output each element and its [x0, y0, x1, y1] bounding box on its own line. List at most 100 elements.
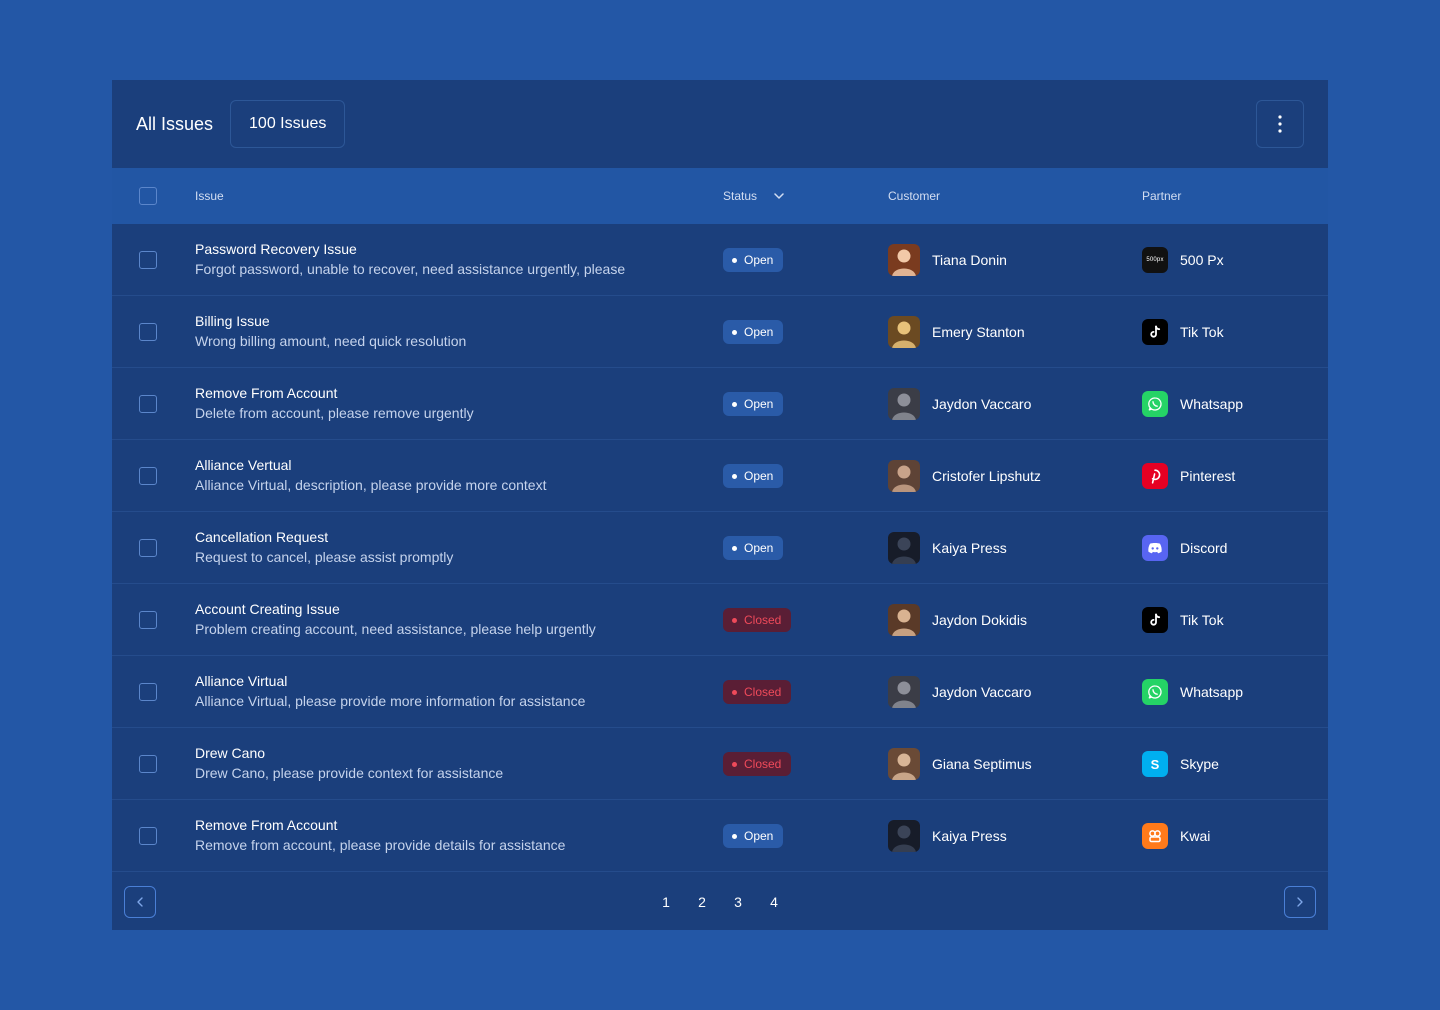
more-options-button[interactable] — [1256, 100, 1304, 148]
partner-name: Tik Tok — [1180, 324, 1224, 340]
issue-description: Delete from account, please remove urgen… — [195, 405, 474, 421]
partner-name: Tik Tok — [1180, 612, 1224, 628]
status-badge: Closed — [723, 608, 792, 632]
row-checkbox[interactable] — [139, 611, 157, 629]
issue-title: Billing Issue — [195, 313, 270, 329]
status-badge: Closed — [723, 680, 792, 704]
customer-name: Jaydon Vaccaro — [932, 396, 1032, 412]
partner-name: Kwai — [1180, 828, 1211, 844]
customer-name: Giana Septimus — [932, 756, 1032, 772]
issue-title: Account Creating Issue — [195, 601, 340, 617]
avatar — [888, 316, 920, 348]
status-dot-icon — [732, 617, 737, 623]
table-row[interactable]: Drew Cano Drew Cano, please provide cont… — [112, 728, 1328, 800]
issue-title: Password Recovery Issue — [195, 241, 357, 257]
status-badge: Open — [723, 248, 784, 272]
customer-name: Tiana Donin — [932, 252, 1007, 268]
status-dot-icon — [732, 329, 737, 335]
issues-panel: All Issues 100 Issues Issue Status Custo… — [112, 80, 1328, 930]
column-header-status-label: Status — [723, 189, 758, 203]
status-dot-icon — [732, 257, 737, 263]
avatar — [888, 532, 920, 564]
customer-name: Cristofer Lipshutz — [932, 468, 1041, 484]
table-row[interactable]: Account Creating Issue Problem creating … — [112, 584, 1328, 656]
status-badge: Open — [723, 464, 784, 488]
row-checkbox[interactable] — [139, 395, 157, 413]
page-number-3[interactable]: 3 — [730, 894, 746, 910]
issue-title: Drew Cano — [195, 745, 266, 761]
chevron-left-icon — [137, 897, 143, 907]
avatar — [888, 820, 920, 852]
next-page-button[interactable] — [1284, 886, 1316, 918]
avatar — [888, 748, 920, 780]
issue-description: Request to cancel, please assist promptl… — [195, 549, 454, 565]
pinterest-icon — [1142, 463, 1168, 489]
issue-description: Drew Cano, please provide context for as… — [195, 765, 504, 781]
row-checkbox[interactable] — [139, 683, 157, 701]
table-row[interactable]: Remove From Account Delete from account,… — [112, 368, 1328, 440]
column-header-partner: Partner — [1142, 189, 1182, 203]
page-number-2[interactable]: 2 — [694, 894, 710, 910]
table-row[interactable]: Billing Issue Wrong billing amount, need… — [112, 296, 1328, 368]
status-dot-icon — [732, 761, 737, 767]
issue-description: Remove from account, please provide deta… — [195, 837, 566, 853]
issue-title: Alliance Virtual — [195, 673, 288, 689]
table-row[interactable]: Password Recovery Issue Forgot password,… — [112, 224, 1328, 296]
column-header-customer: Customer — [888, 189, 941, 203]
table-row[interactable]: Remove From Account Remove from account,… — [112, 800, 1328, 872]
vertical-dots-icon — [1278, 115, 1282, 133]
issue-title: Remove From Account — [195, 817, 338, 833]
status-dot-icon — [732, 401, 737, 407]
table-body: Password Recovery Issue Forgot password,… — [112, 224, 1328, 872]
partner-name: Pinterest — [1180, 468, 1236, 484]
500px-icon: 500px — [1142, 247, 1168, 273]
avatar — [888, 604, 920, 636]
table-row[interactable]: Cancellation Request Request to cancel, … — [112, 512, 1328, 584]
status-label: Open — [744, 253, 774, 267]
status-label: Open — [744, 469, 774, 483]
customer-name: Jaydon Dokidis — [932, 612, 1027, 628]
status-label: Closed — [744, 685, 782, 699]
column-header-issue: Issue — [195, 189, 224, 203]
partner-name: 500 Px — [1180, 252, 1224, 268]
pagination: 1 2 3 4 — [112, 872, 1328, 930]
status-label: Closed — [744, 757, 782, 771]
status-label: Open — [744, 829, 774, 843]
page-number-4[interactable]: 4 — [766, 894, 782, 910]
status-badge: Open — [723, 536, 784, 560]
status-dot-icon — [732, 833, 737, 839]
customer-name: Kaiya Press — [932, 540, 1007, 556]
avatar — [888, 460, 920, 492]
select-all-checkbox[interactable] — [139, 187, 157, 205]
avatar — [888, 244, 920, 276]
page-number-1[interactable]: 1 — [658, 894, 674, 910]
row-checkbox[interactable] — [139, 755, 157, 773]
partner-name: Whatsapp — [1180, 684, 1244, 700]
whatsapp-icon — [1142, 679, 1168, 705]
column-header-status[interactable]: Status — [723, 168, 784, 224]
tiktok-icon — [1142, 319, 1168, 345]
issue-title: Alliance Vertual — [195, 457, 292, 473]
previous-page-button[interactable] — [124, 886, 156, 918]
row-checkbox[interactable] — [139, 467, 157, 485]
customer-name: Jaydon Vaccaro — [932, 684, 1032, 700]
avatar — [888, 676, 920, 708]
row-checkbox[interactable] — [139, 251, 157, 269]
customer-name: Emery Stanton — [932, 324, 1025, 340]
status-label: Closed — [744, 613, 782, 627]
row-checkbox[interactable] — [139, 539, 157, 557]
status-label: Open — [744, 325, 774, 339]
status-label: Open — [744, 541, 774, 555]
status-label: Open — [744, 397, 774, 411]
table-row[interactable]: Alliance Vertual Alliance Virtual, descr… — [112, 440, 1328, 512]
whatsapp-icon — [1142, 391, 1168, 417]
row-checkbox[interactable] — [139, 323, 157, 341]
row-checkbox[interactable] — [139, 827, 157, 845]
tiktok-icon — [1142, 607, 1168, 633]
table-row[interactable]: Alliance Virtual Alliance Virtual, pleas… — [112, 656, 1328, 728]
partner-name: Whatsapp — [1180, 396, 1244, 412]
table-header: Issue Status Customer Partner — [112, 168, 1328, 224]
panel-header: All Issues 100 Issues — [112, 80, 1328, 168]
chevron-down-icon — [774, 193, 784, 199]
status-dot-icon — [732, 473, 737, 479]
